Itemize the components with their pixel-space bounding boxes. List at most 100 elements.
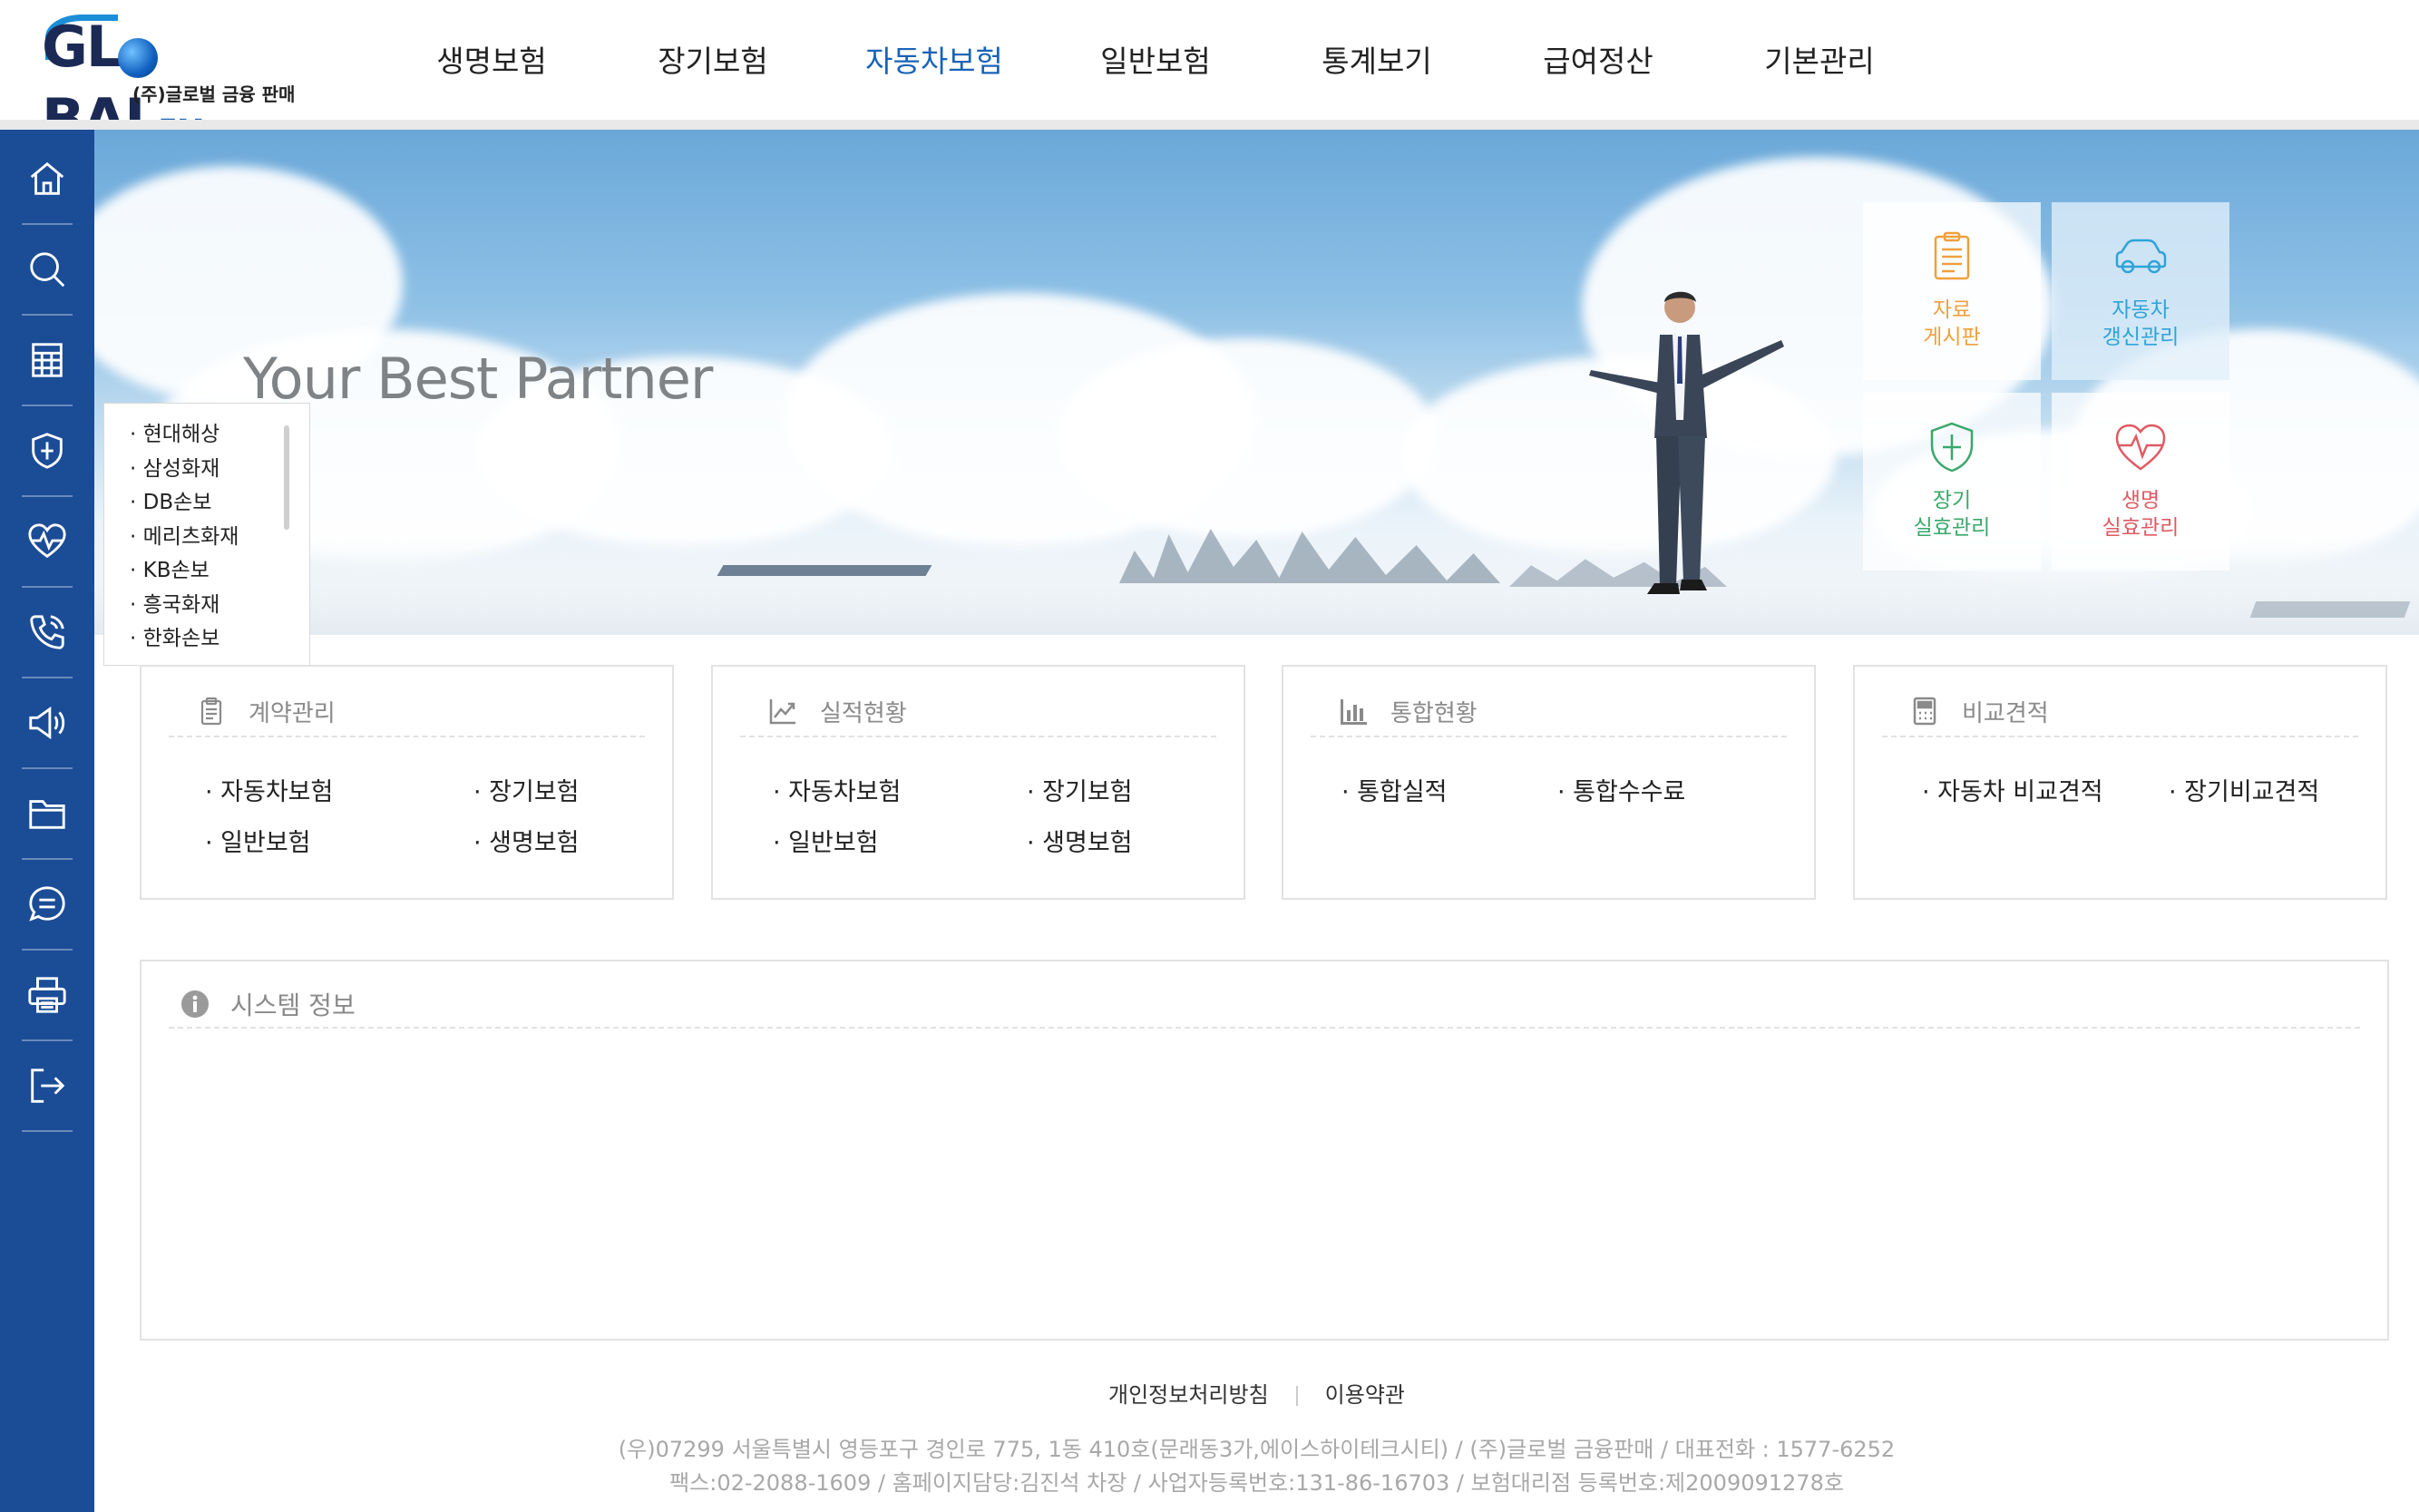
sidebar-shield[interactable] (22, 406, 73, 497)
insurer-dropdown: · 현대해상 · 삼성화재 · DB손보 · 메리츠화재 · KB손보 · 흥국… (103, 403, 310, 666)
terms-link[interactable]: 이용약관 (1325, 1382, 1405, 1408)
link-long-term-insurance[interactable]: · 장기보험 (1027, 772, 1133, 807)
system-info-header: 시스템 정보 (169, 981, 2360, 1029)
calculator-icon (32, 343, 63, 377)
nav-basic-settings[interactable]: 기본관리 (1709, 0, 1930, 120)
clipboard-icon (1934, 231, 1970, 280)
shield-icon (32, 433, 63, 469)
header: GLBALFM (주)글로벌 금융 판매 생명보험 장기보험 자동차보험 일반보… (0, 0, 2419, 152)
sidebar-search[interactable] (22, 225, 73, 316)
sidebar-print[interactable] (22, 951, 73, 1041)
logo-subtitle: (주)글로벌 금융 판매 (132, 83, 296, 105)
link-general-insurance[interactable]: · 일반보험 (773, 823, 879, 858)
nav-statistics[interactable]: 통계보기 (1266, 0, 1487, 120)
insurer-samsung[interactable]: · 삼성화재 (130, 453, 309, 487)
sidebar-folder[interactable] (22, 769, 73, 860)
nav-payroll[interactable]: 급여정산 (1487, 0, 1709, 120)
insurer-db[interactable]: · DB손보 (130, 486, 309, 521)
dropdown-scrollbar[interactable] (284, 425, 289, 530)
card-total: 통합현황 · 통합실적 · 통합수수료 (1282, 665, 1816, 900)
home-icon (30, 161, 64, 195)
hero-banner: Your Best Partner 자료 게시판 자동차 갱신관리 장기 실효관… (94, 130, 2419, 635)
logo-globe-icon (118, 38, 158, 78)
card-title: 비교견적 (1962, 699, 2049, 727)
card-title: 계약관리 (249, 699, 336, 727)
link-life-insurance[interactable]: · 생명보험 (473, 823, 580, 858)
quick-life-label: 생명 실효관리 (2102, 489, 2180, 540)
sidebar-phone[interactable] (22, 588, 73, 678)
insurer-hyundai[interactable]: · 현대해상 (130, 418, 309, 453)
insurer-kb[interactable]: · KB손보 (130, 554, 309, 589)
quick-board-label: 자료 게시판 (1923, 298, 1981, 349)
heartbeat-icon (2115, 424, 2166, 471)
link-total-performance[interactable]: · 통합실적 (1341, 772, 1448, 807)
printer-icon (28, 977, 66, 1013)
insurer-heungkuk[interactable]: · 흥국화재 (130, 589, 309, 623)
heartbeat-icon (28, 523, 66, 559)
sidebar-calculator[interactable] (22, 316, 73, 406)
card-header: 실적현황 (740, 687, 1216, 737)
shield-icon (1930, 422, 1974, 473)
footer-separator (1295, 1386, 1298, 1406)
card-contract: 계약관리 · 자동차보험 · 장기보험 · 일반보험 · 생명보험 (140, 665, 674, 900)
clipboard-icon (200, 697, 222, 726)
sidebar-home[interactable] (22, 134, 73, 225)
chat-icon (29, 886, 65, 922)
link-auto-insurance[interactable]: · 자동차보험 (205, 772, 333, 807)
link-life-insurance[interactable]: · 생명보험 (1027, 823, 1133, 858)
insurer-hanwha[interactable]: · 한화손보 (130, 622, 309, 657)
businessman-figure (1589, 291, 1784, 594)
card-compare: 비교견적 · 자동차 비교견적 · 장기비교견적 (1853, 665, 2387, 900)
quick-long-label: 장기 실효관리 (1913, 489, 1991, 540)
calculator-icon (1913, 697, 1936, 726)
info-icon (181, 990, 209, 1018)
sidebar (0, 130, 94, 1512)
main-nav: 생명보험 장기보험 자동차보험 일반보험 통계보기 급여정산 기본관리 (381, 0, 1930, 120)
header-divider (0, 120, 2419, 130)
ground-crack (2249, 601, 2411, 618)
logo[interactable]: GLBALFM (주)글로벌 금융 판매 (42, 11, 305, 152)
nav-long-term-insurance[interactable]: 장기보험 (602, 0, 824, 120)
card-title: 실적현황 (820, 699, 907, 727)
footer-address: (우)07299 서울특별시 영등포구 경인로 775, 1동 410호(문래동… (618, 1437, 1896, 1462)
link-auto-insurance[interactable]: · 자동차보험 (773, 772, 901, 807)
ground-crack (717, 565, 932, 576)
card-header: 통합현황 (1311, 687, 1787, 737)
car-icon (2115, 239, 2167, 274)
system-info-title: 시스템 정보 (230, 990, 356, 1020)
quick-car-label: 자동차 갱신관리 (2102, 298, 2180, 349)
link-auto-compare[interactable]: · 자동차 비교견적 (1922, 772, 2103, 807)
sidebar-chat[interactable] (22, 860, 73, 951)
nav-auto-insurance[interactable]: 자동차보험 (824, 0, 1045, 120)
link-long-term-insurance[interactable]: · 장기보험 (473, 772, 580, 807)
card-performance: 실적현황 · 자동차보험 · 장기보험 · 일반보험 · 생명보험 (711, 665, 1245, 900)
nav-general-insurance[interactable]: 일반보험 (1045, 0, 1266, 120)
sidebar-logout[interactable] (22, 1041, 73, 1132)
nav-life-insurance[interactable]: 생명보험 (381, 0, 602, 120)
line-chart-icon (769, 699, 795, 725)
bar-chart-icon (1341, 699, 1367, 725)
megaphone-icon (29, 706, 65, 740)
insurer-meritz[interactable]: · 메리츠화재 (130, 521, 309, 555)
hero-title: Your Best Partner (243, 346, 713, 412)
sidebar-health[interactable] (22, 497, 73, 588)
card-header: 계약관리 (169, 687, 645, 737)
quick-life-lapse[interactable]: 생명 실효관리 (2052, 393, 2229, 571)
sidebar-notice[interactable] (22, 678, 73, 769)
footer-company-info: 팩스:02-2088-1609 / 홈페이지담당:김진석 차장 / 사업자등록번… (669, 1470, 1844, 1496)
link-total-commission[interactable]: · 통합수수료 (1557, 772, 1685, 807)
footer-links: 개인정보처리방침 이용약관 (94, 1377, 2419, 1409)
system-info-panel: 시스템 정보 (140, 960, 2389, 1341)
quick-board[interactable]: 자료 게시판 (1863, 202, 2041, 380)
logout-icon (31, 1068, 65, 1103)
folder-icon (29, 800, 65, 829)
link-general-insurance[interactable]: · 일반보험 (205, 823, 311, 858)
quick-long-term-lapse[interactable]: 장기 실효관리 (1863, 393, 2041, 571)
privacy-policy-link[interactable]: 개인정보처리방침 (1108, 1382, 1269, 1408)
quick-car-renewal[interactable]: 자동차 갱신관리 (2052, 202, 2229, 380)
link-long-term-compare[interactable]: · 장기비교견적 (2169, 772, 2319, 807)
phone-icon (30, 615, 64, 649)
card-header: 비교견적 (1882, 687, 2358, 737)
cloud (1056, 338, 1437, 538)
search-icon (30, 252, 65, 288)
